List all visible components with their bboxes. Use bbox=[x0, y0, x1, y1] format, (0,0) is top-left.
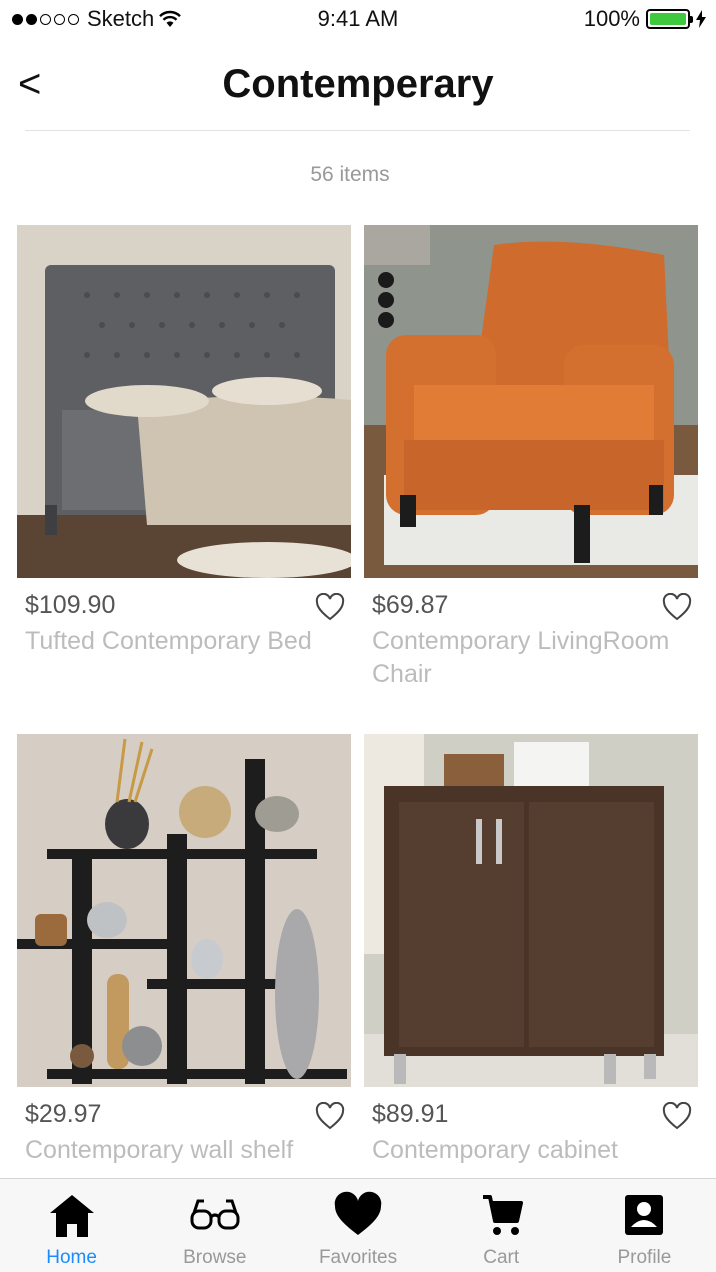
product-card[interactable]: $109.90 Tufted Contemporary Bed bbox=[17, 225, 351, 705]
heart-icon bbox=[334, 1191, 382, 1235]
cart-icon bbox=[483, 1195, 524, 1235]
product-price: $89.91 bbox=[372, 1100, 449, 1128]
product-image-bed[interactable] bbox=[17, 225, 351, 578]
navigation-bar: < Contemperary bbox=[0, 50, 716, 130]
charging-bolt-icon bbox=[696, 10, 706, 28]
product-image-shelf[interactable] bbox=[17, 734, 351, 1087]
tab-home[interactable]: Home bbox=[0, 1179, 143, 1272]
tab-browse[interactable]: Browse bbox=[143, 1179, 286, 1272]
product-name[interactable]: Contemporary cabinet bbox=[372, 1134, 672, 1167]
tab-label: Profile bbox=[617, 1247, 672, 1268]
product-name[interactable]: Contemporary LivingRoom Chair bbox=[372, 625, 672, 691]
product-price: $29.97 bbox=[25, 1100, 102, 1128]
product-card[interactable]: $69.87 Contemporary LivingRoom Chair bbox=[364, 225, 698, 705]
favorite-heart-icon[interactable] bbox=[315, 593, 345, 621]
product-image-chair[interactable] bbox=[364, 225, 698, 578]
favorite-heart-icon[interactable] bbox=[662, 1102, 692, 1130]
tab-favorites[interactable]: Favorites bbox=[286, 1179, 429, 1272]
tab-label: Home bbox=[46, 1247, 97, 1268]
product-card[interactable]: $89.91 Contemporary cabinet bbox=[364, 734, 698, 1174]
profile-icon bbox=[625, 1195, 664, 1235]
tab-label: Favorites bbox=[318, 1247, 398, 1268]
tab-bar: Home Browse Favorites Cart Profile bbox=[0, 1178, 716, 1272]
glasses-icon bbox=[190, 1199, 240, 1230]
product-card[interactable]: $29.97 Contemporary wall shelf bbox=[17, 734, 351, 1174]
tab-cart[interactable]: Cart bbox=[430, 1179, 573, 1272]
tab-profile[interactable]: Profile bbox=[573, 1179, 716, 1272]
product-name[interactable]: Tufted Contemporary Bed bbox=[25, 625, 325, 658]
tab-label: Browse bbox=[183, 1247, 247, 1268]
product-price: $69.87 bbox=[372, 591, 449, 619]
page-title: Contemperary bbox=[222, 62, 494, 106]
battery-percent: 100% bbox=[583, 6, 640, 31]
favorite-heart-icon[interactable] bbox=[662, 593, 692, 621]
status-bar: Sketch 9:41 AM 100% bbox=[0, 0, 716, 40]
item-count: 56 items bbox=[310, 163, 390, 186]
house-icon bbox=[49, 1195, 94, 1237]
battery-status: 100% bbox=[584, 6, 706, 32]
product-price: $109.90 bbox=[25, 591, 116, 619]
favorite-heart-icon[interactable] bbox=[315, 1102, 345, 1130]
product-name[interactable]: Contemporary wall shelf bbox=[25, 1134, 325, 1167]
product-image-cabinet[interactable] bbox=[364, 734, 698, 1087]
battery-icon bbox=[646, 9, 693, 29]
header-divider bbox=[25, 130, 690, 131]
tab-label: Cart bbox=[483, 1247, 520, 1268]
